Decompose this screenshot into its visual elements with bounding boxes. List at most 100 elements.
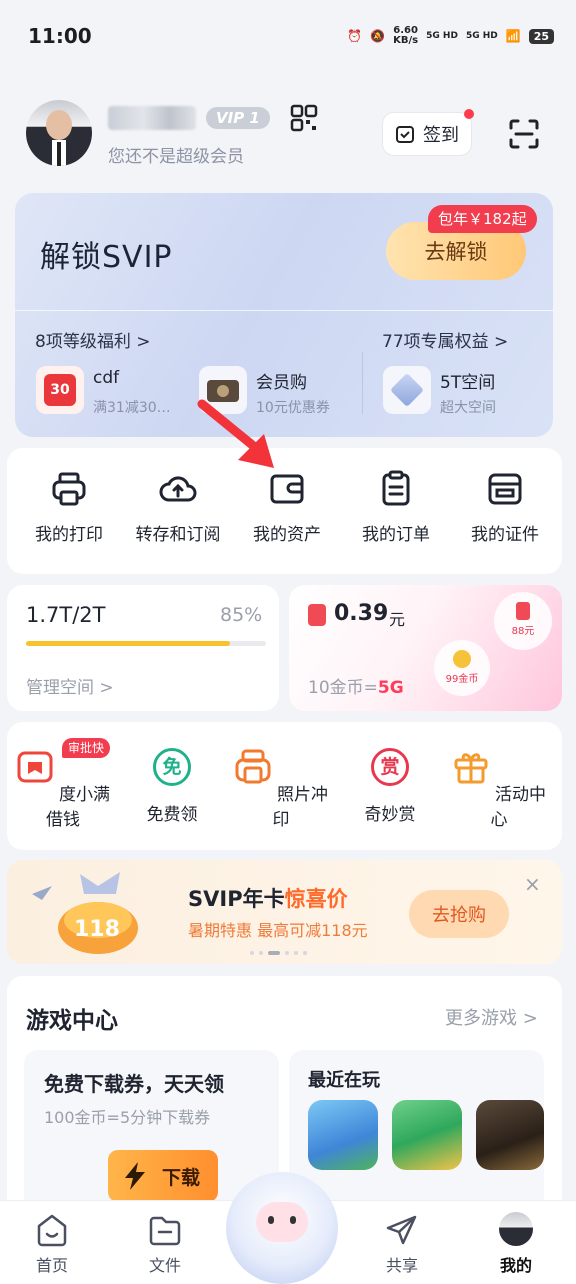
tab-share[interactable]: 共享 [362, 1212, 442, 1276]
tab-home[interactable]: 首页 [12, 1212, 92, 1276]
cash-bubble[interactable]: 88元 [494, 592, 552, 650]
game-thumbnail-1[interactable] [308, 1100, 378, 1170]
benefit-separator [362, 352, 363, 414]
carousel-dot-active [268, 951, 280, 955]
service-label: 度小满借钱 [46, 785, 111, 830]
book-icon [17, 751, 53, 783]
coupon-icon[interactable]: 30 [36, 366, 84, 414]
cube-icon[interactable] [383, 366, 431, 414]
approval-fast-tag: 审批快 [62, 738, 111, 758]
coin-rate: 10金币=5G [308, 673, 404, 698]
membership-status: 您还不是超级会员 [108, 147, 244, 167]
signal-2: 5G HD [465, 31, 498, 41]
alarm-icon: ⏰ [347, 29, 363, 43]
username-blurred[interactable] [108, 106, 196, 130]
coin-rate-value: 5G [377, 678, 404, 698]
mascot-face [256, 1202, 308, 1242]
folder-icon [149, 1216, 181, 1246]
service-free-claim[interactable]: 免 免费领 [117, 748, 227, 825]
svip-divider [15, 310, 553, 311]
voucher-title: 免费下载券，天天领 [44, 1072, 224, 1096]
service-label: 活动中心 [490, 785, 547, 830]
tool-my-orders[interactable]: 我的订单 [341, 470, 451, 545]
id-card-icon [488, 473, 522, 505]
qr-code-icon[interactable] [290, 104, 318, 132]
tool-label: 我的打印 [35, 525, 103, 545]
perk-sub-space: 超大空间 [440, 400, 496, 416]
carousel-dot [285, 951, 289, 955]
carousel-dot [259, 951, 263, 955]
net-speed-unit: KB/s [393, 35, 419, 46]
tool-my-assets[interactable]: 我的资产 [232, 470, 342, 545]
game-thumbnail-2[interactable] [392, 1100, 462, 1170]
signin-button[interactable]: 签到 [382, 112, 472, 156]
avatar-face [46, 110, 72, 140]
perk-name-member-shop: 会员购 [256, 373, 307, 393]
carousel-dot [294, 951, 298, 955]
camera-lens [217, 385, 229, 397]
storage-progress-fill [26, 641, 230, 646]
avatar[interactable] [26, 100, 92, 166]
service-du-xiaoman-loan[interactable]: 度小满借钱 [8, 748, 118, 830]
tool-save-subscribe[interactable]: 转存和订阅 [123, 470, 233, 545]
red-arrow-annotation [197, 399, 274, 468]
game-center-title: 游戏中心 [26, 1008, 118, 1034]
vip-level-badge[interactable]: VIP 1 [206, 107, 270, 129]
promo-art-value: 118 [74, 917, 120, 942]
service-photo-print[interactable]: 照片冲印 [226, 748, 336, 830]
storage-used: 1.7T/2T [26, 603, 106, 627]
exclusive-benefits-link[interactable]: 77项专属权益 > [382, 327, 508, 352]
perk-sub-coupon: 满31减30… [93, 400, 171, 416]
notification-dot [464, 109, 474, 119]
coin-bubble[interactable]: 99金币 [434, 640, 490, 696]
gift-icon [454, 753, 488, 784]
download-button[interactable]: 下载 [108, 1150, 218, 1202]
tab-files[interactable]: 文件 [125, 1212, 205, 1276]
tool-label: 我的证件 [471, 525, 539, 545]
tool-my-print[interactable]: 我的打印 [14, 470, 124, 545]
carousel-dots [250, 951, 307, 955]
coin-rate-prefix: 10金币= [308, 678, 378, 698]
net-speed: 6.60 KB/s [393, 26, 418, 46]
download-label: 下载 [161, 1166, 200, 1189]
profile-avatar-icon [499, 1212, 533, 1246]
coupon-value: 30 [44, 374, 76, 406]
coin-bubble-label: 99金币 [445, 674, 479, 685]
free-badge-icon: 免 [153, 748, 191, 786]
manage-space-link[interactable]: 管理空间 > [26, 673, 114, 698]
promo-title: SVIP年卡惊喜价 [188, 883, 348, 913]
close-icon[interactable]: × [524, 872, 541, 896]
promo-subtitle: 暑期特惠 最高可减118元 [188, 921, 368, 940]
storage-percent: 85% [220, 604, 263, 626]
price-tag: 包年￥182起 [428, 205, 537, 233]
game-thumbnail-3[interactable] [476, 1100, 544, 1170]
scan-icon[interactable] [508, 118, 540, 150]
promo-title-prefix: SVIP年卡 [188, 887, 285, 911]
tool-label: 我的资产 [253, 525, 321, 545]
service-wonder-reward[interactable]: 赏 奇妙赏 [335, 748, 445, 825]
tab-label: 我的 [499, 1256, 532, 1275]
carousel-dot [303, 951, 307, 955]
avatar-tie [57, 142, 61, 166]
service-activity-center[interactable]: 活动中心 [444, 748, 554, 830]
mute-icon: 🔕 [370, 29, 386, 43]
cloud-upload-icon [159, 476, 197, 502]
cash-amount: 0.39 [334, 601, 389, 626]
voucher-subtitle: 100金币=5分钟下载券 [44, 1108, 211, 1127]
promo-title-highlight: 惊喜价 [284, 887, 348, 911]
gold-coin-icon [453, 650, 471, 668]
tool-my-documents[interactable]: 我的证件 [450, 470, 560, 545]
assistant-mascot-button[interactable] [226, 1172, 338, 1284]
grab-deal-button[interactable]: 去抢购 [409, 890, 509, 938]
tab-mine[interactable]: 我的 [476, 1212, 556, 1276]
level-benefits-link[interactable]: 8项等级福利 > [35, 327, 150, 352]
service-label: 照片冲印 [272, 785, 329, 830]
home-icon [37, 1214, 67, 1247]
svip-title: 解锁SVIP [40, 240, 173, 275]
clipboard-icon [382, 470, 410, 506]
red-envelope-icon [308, 604, 326, 626]
wallet-icon [270, 474, 304, 504]
more-games-link[interactable]: 更多游戏 > [445, 1004, 538, 1030]
recently-played-title: 最近在玩 [308, 1070, 380, 1091]
reward-icon: 赏 [371, 748, 409, 786]
